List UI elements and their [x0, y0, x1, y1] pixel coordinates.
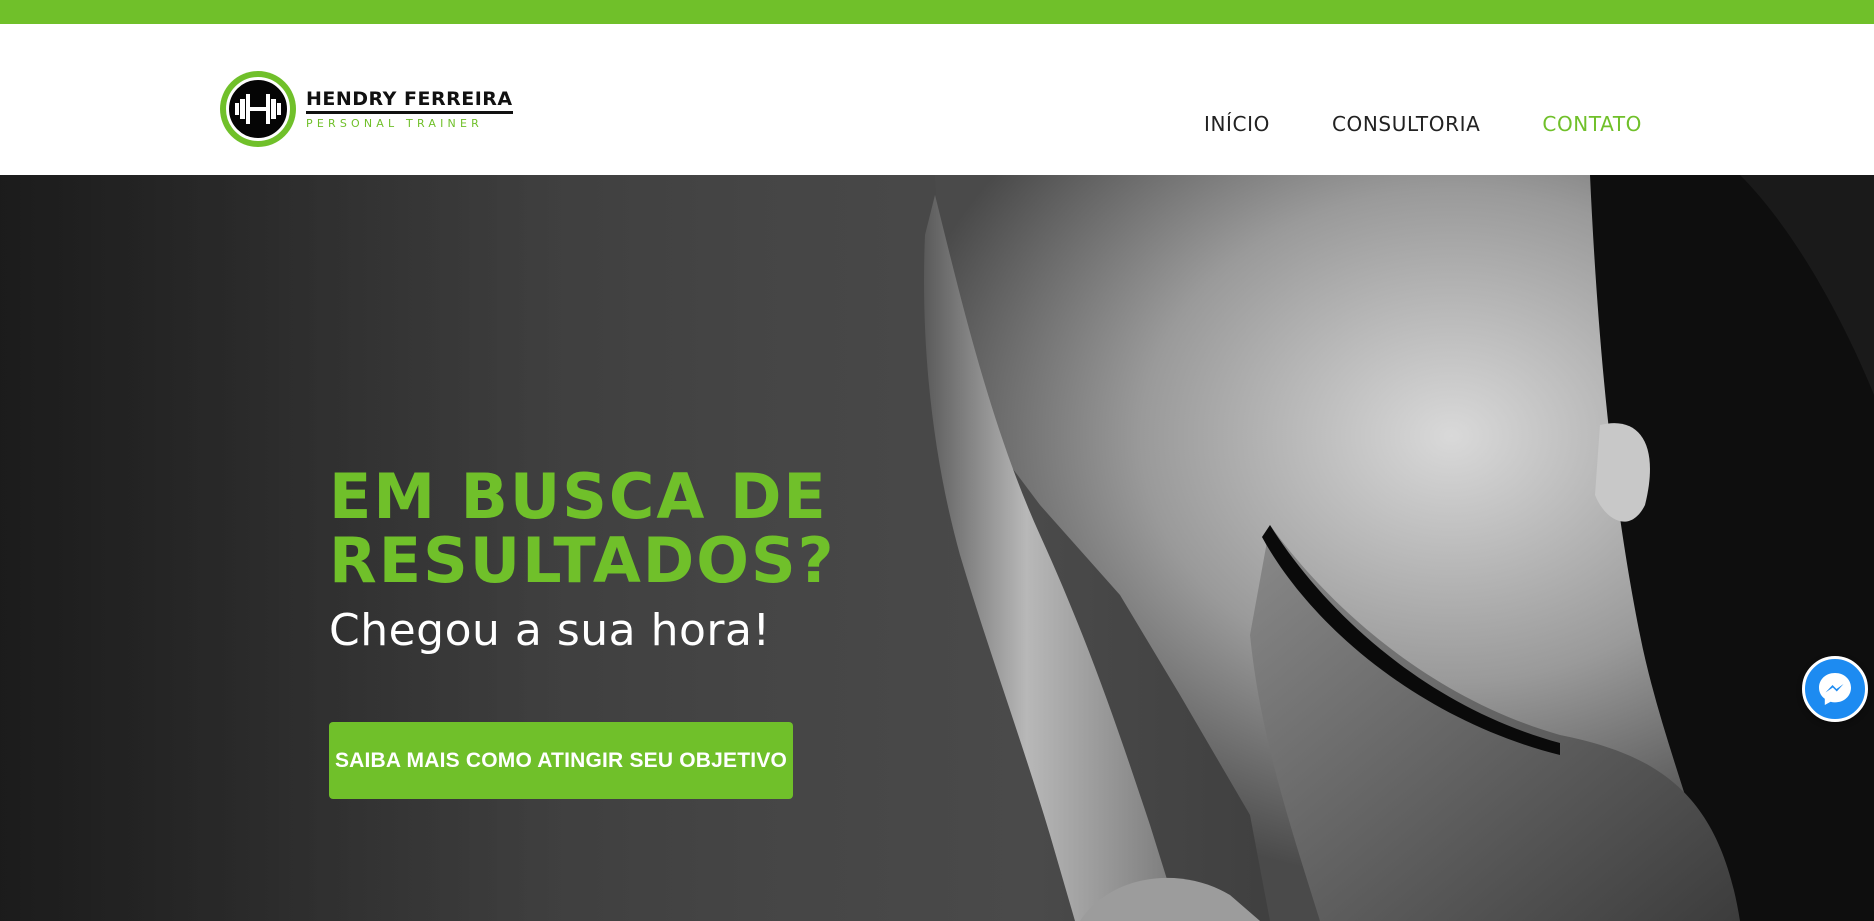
- hero-title: EM BUSCA DE RESULTADOS?: [329, 460, 836, 597]
- cta-button[interactable]: SAIBA MAIS COMO ATINGIR SEU OBJETIVO: [329, 722, 793, 799]
- brand-name: HENDRY FERREIRA: [306, 89, 513, 114]
- site-header: HENDRY FERREIRA PERSONAL TRAINER INÍCIO …: [0, 24, 1874, 175]
- hero-background-photo: [0, 175, 1874, 921]
- hero-section: EM BUSCA DE RESULTADOS? Chegou a sua hor…: [0, 175, 1874, 921]
- nav-item-contato[interactable]: CONTATO: [1542, 112, 1642, 136]
- messenger-button[interactable]: [1802, 656, 1868, 722]
- main-nav: INÍCIO CONSULTORIA CONTATO: [1204, 112, 1642, 136]
- top-accent-bar: [0, 0, 1874, 24]
- brand-tagline: PERSONAL TRAINER: [306, 116, 483, 130]
- messenger-icon: [1819, 673, 1851, 705]
- site-logo[interactable]: HENDRY FERREIRA PERSONAL TRAINER: [220, 69, 513, 149]
- hero-subtitle: Chegou a sua hora!: [329, 605, 771, 656]
- logo-badge: [220, 71, 296, 147]
- dumbbell-h-icon: [235, 94, 281, 124]
- nav-item-consultoria[interactable]: CONSULTORIA: [1332, 112, 1480, 136]
- nav-item-inicio[interactable]: INÍCIO: [1204, 112, 1270, 136]
